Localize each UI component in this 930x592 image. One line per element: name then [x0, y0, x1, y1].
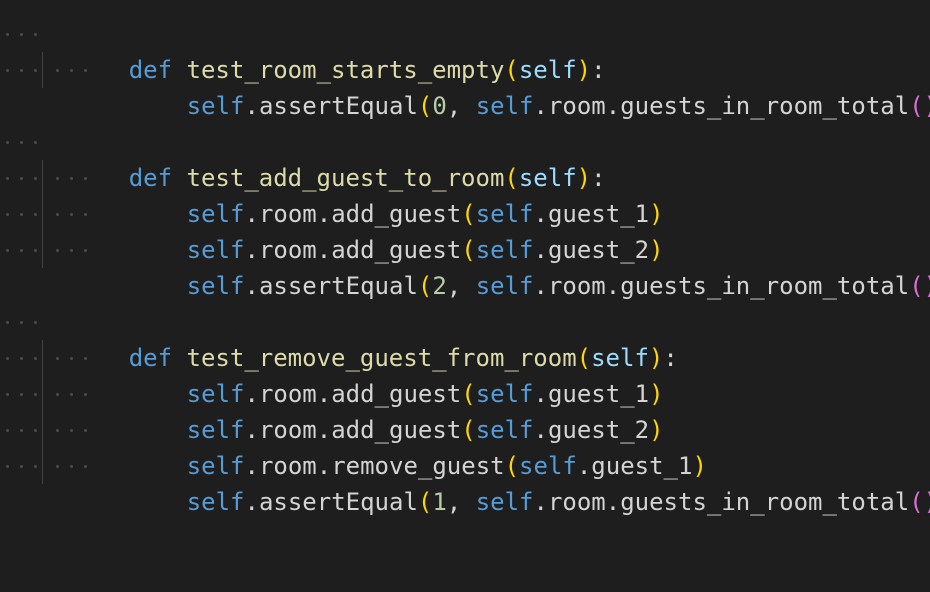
self-token: self — [475, 92, 534, 120]
bracket: ( — [417, 488, 433, 516]
bracket: ( — [909, 92, 924, 120]
member-access: .assertEqual — [244, 92, 418, 120]
self-token: self — [186, 488, 245, 516]
bracket: ) — [924, 272, 930, 300]
code-editor[interactable]: def test_room_starts_empty(self): self.a… — [0, 0, 930, 516]
number: 1 — [432, 488, 447, 516]
comma: , — [446, 92, 476, 120]
code-line[interactable]: self.room.add_guest(self.guest_2) — [0, 376, 930, 444]
bracket: ( — [417, 92, 433, 120]
member-access: .assertEqual — [244, 272, 418, 300]
bracket: ) — [924, 92, 930, 120]
bracket: ( — [417, 272, 433, 300]
comma: , — [446, 488, 476, 516]
self-token: self — [475, 488, 534, 516]
code-line[interactable]: self.assertEqual(2, self.room.guests_in_… — [0, 232, 930, 300]
code-line[interactable]: def test_add_guest_to_room(self): — [0, 124, 930, 192]
code-line[interactable]: def test_remove_guest_from_room(self): — [0, 304, 930, 372]
member-access: .room.guests_in_room_total — [533, 272, 910, 300]
code-line[interactable]: self.room.remove_guest(self.guest_1) — [0, 412, 930, 480]
bracket: ) — [924, 488, 930, 516]
code-line[interactable]: self.assertEqual(1, self.room.guests_in_… — [0, 448, 930, 516]
code-line[interactable]: self.room.add_guest(self.guest_2) — [0, 196, 930, 264]
code-line[interactable]: self.room.add_guest(self.guest_1) — [0, 340, 930, 408]
self-token: self — [186, 272, 245, 300]
code-line[interactable]: def test_room_starts_empty(self): — [0, 16, 930, 84]
member-access: .assertEqual — [244, 488, 418, 516]
self-token: self — [186, 92, 245, 120]
number: 2 — [432, 272, 447, 300]
number: 0 — [432, 92, 447, 120]
member-access: .room.guests_in_room_total — [533, 92, 910, 120]
code-line[interactable]: self.assertEqual(0, self.room.guests_in_… — [0, 52, 930, 120]
self-token: self — [475, 272, 534, 300]
bracket: ( — [909, 488, 924, 516]
code-line[interactable]: self.room.add_guest(self.guest_1) — [0, 160, 930, 228]
member-access: .room.guests_in_room_total — [533, 488, 910, 516]
bracket: ( — [909, 272, 924, 300]
comma: , — [446, 272, 476, 300]
